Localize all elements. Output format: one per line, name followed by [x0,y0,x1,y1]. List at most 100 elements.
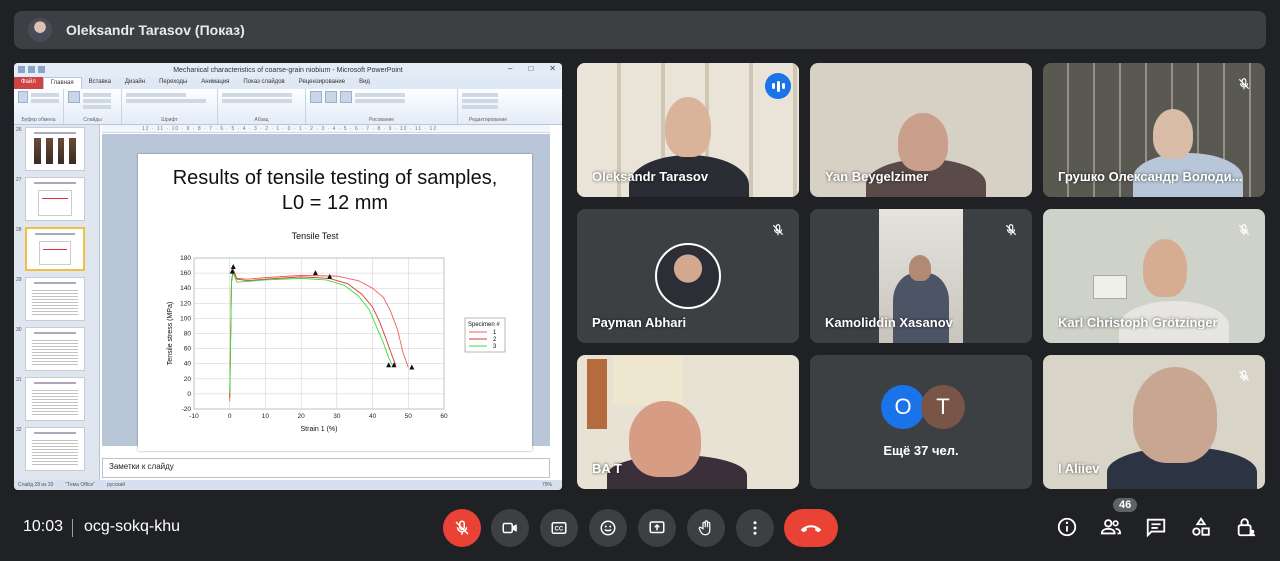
participant-tile[interactable]: Грушко Олександр Володи... [1043,63,1265,197]
y-tick-label: 160 [180,270,191,277]
quick-access-toolbar [18,66,45,73]
slide-thumbnail [25,177,85,221]
thumbnail-row: 27 [14,177,100,223]
present-button[interactable] [638,509,676,547]
participant-tile[interactable]: Yan Beygelzimer [810,63,1032,197]
tensile-chart: Tensile Test -10 0 10 20 30 40 50 60 -20 0 20 40 60 80… [167,231,506,433]
tab-home: Главная [42,77,82,89]
tab-review: Рецензирование [298,79,346,85]
mic-off-icon [767,219,789,241]
presenter-bar: Oleksandr Tarasov (Показ) [14,11,1266,49]
theme-name: "Тема Office" [65,482,96,488]
slide-thumbnail [25,327,85,371]
y-tick-label: 80 [184,331,192,338]
meeting-code: ocg-sokq-khu [84,518,181,535]
x-axis-label: Strain 1 (%) [301,426,338,433]
x-tick-label: 20 [298,413,306,420]
mic-off-icon [1233,73,1255,95]
participant-tile[interactable]: Karl Christoph Grötzinger [1043,209,1265,343]
thumbnail-row: 32 [14,427,100,473]
chat-icon [1146,518,1166,538]
info-icon [1057,517,1077,537]
participant-name: Yan Beygelzimer [825,169,929,184]
x-tick-label: 40 [369,413,377,420]
language: русский [107,482,126,488]
raise-hand-button[interactable] [687,509,725,547]
end-call-icon [800,525,822,533]
x-tick-label: 10 [262,413,270,420]
meeting-controls-bar: 10:03 ocg-sokq-khu CC 46 [0,498,1280,561]
participant-name: Oleksandr Tarasov [592,169,709,184]
thumbnail-row: 28 [14,227,100,273]
person-head [898,113,948,171]
participant-name: Payman Abhari [592,315,687,330]
tab-transitions: Переходы [159,79,188,85]
minimize-icon: – [508,64,513,73]
slide-thumbnail [25,277,85,321]
participant-name: l Aliiev [1058,461,1100,476]
tab-insert: Вставка [88,79,111,85]
participant-tile[interactable]: Kamoliddin Xasanov [810,209,1032,343]
others-tile[interactable]: O T Ещё 37 чел. [810,355,1032,489]
captions-icon: CC [551,522,567,534]
mic-off-icon [455,520,469,535]
activities-button[interactable] [1188,514,1214,540]
ribbon-group-editing: Редактирование [458,89,518,124]
people-icon [1100,519,1121,535]
thumbnail-row: 30 [14,327,100,373]
mic-toggle-button[interactable] [443,509,481,547]
person-head [909,255,931,281]
presenter-name: Oleksandr Tarasov (Показ) [66,22,245,38]
slide-thumbnail [25,427,85,471]
host-controls-button[interactable] [1233,514,1259,540]
slide-thumbnail [25,127,85,171]
y-tick-label: 0 [187,391,191,398]
zoom-level: 79% [541,482,552,488]
slide-thumbnail-selected [25,227,85,271]
legend-title: Specimen # [468,322,500,328]
window-controls: – □ ✕ [508,64,556,73]
wall-map [613,355,683,405]
participant-name: Kamoliddin Xasanov [825,315,953,330]
ruler: 12 · 11 · 10 · 9 · 8 · 7 · 6 · 5 · 4 · 3… [102,125,550,133]
x-tick-label: -10 [189,413,199,420]
leave-call-button[interactable] [784,509,838,547]
ppt-title-bar: Mechanical characteristics of coarse-gra… [14,63,562,77]
presenter-avatar [28,18,52,42]
speaking-indicator-icon [765,73,791,99]
reactions-button[interactable] [589,509,627,547]
tab-slideshow: Показ слайдов [243,79,285,85]
chat-button[interactable] [1143,514,1169,540]
mic-off-icon [1000,219,1022,241]
ribbon-group-font: Шрифт [122,89,218,124]
captions-button[interactable]: CC [540,509,578,547]
slide-thumbnail [25,377,85,421]
participants-button[interactable] [1098,514,1124,540]
x-tick-label: 30 [333,413,341,420]
participant-tile[interactable]: Payman Abhari [577,209,799,343]
y-tick-label: -20 [182,406,192,413]
x-tick-label: 0 [228,413,232,420]
current-slide: Results of tensile testing of samples, L… [138,154,532,451]
participant-tile[interactable]: BA T [577,355,799,489]
participant-name: BA T [592,461,622,476]
more-options-button[interactable] [736,509,774,547]
participant-tile[interactable]: l Aliiev [1043,355,1265,489]
person-head [1153,109,1193,159]
tab-view: Вид [359,79,370,85]
participant-tile[interactable]: Oleksandr Tarasov [577,63,799,197]
participant-name: Грушко Олександр Володи... [1058,169,1243,184]
tab-animation: Анимация [201,79,230,85]
more-participants-label: Ещё 37 чел. [883,443,959,458]
ppt-status-bar: Слайд 28 из 33 "Тема Office" русский 79% [14,480,562,490]
lock-person-icon [1237,518,1256,537]
close-icon: ✕ [549,64,556,73]
person-head [629,401,701,477]
participant-count-badge: 46 [1113,498,1138,512]
ribbon-group-drawing: Рисование [306,89,458,124]
maximize-icon: □ [528,64,534,73]
wall-calendar [587,359,607,429]
camera-toggle-button[interactable] [491,509,529,547]
meeting-info-button[interactable] [1054,514,1080,540]
tab-file: Файл [14,77,43,89]
